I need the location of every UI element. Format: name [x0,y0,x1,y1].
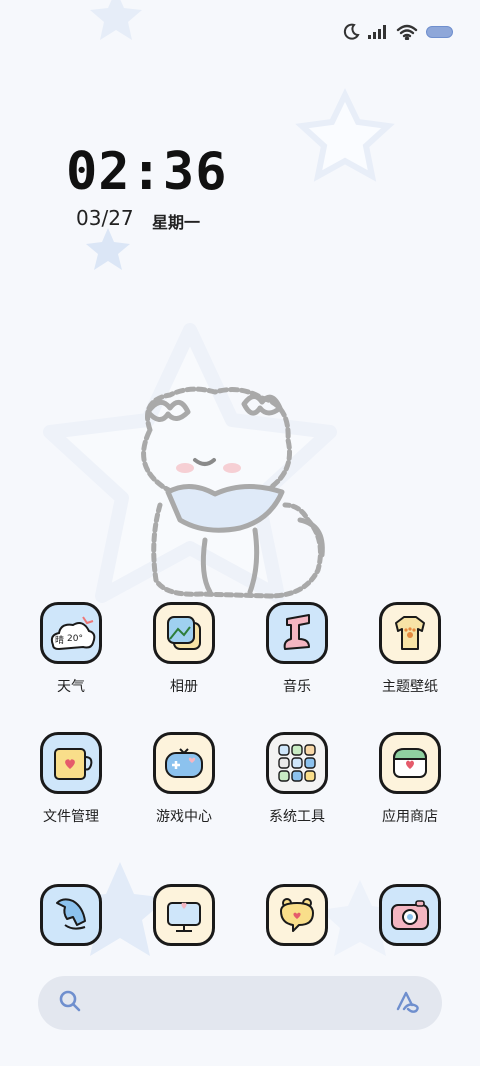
app-theme-wallpaper[interactable]: 主题壁纸 [362,602,458,696]
app-gallery[interactable]: 相册 [136,602,232,696]
app-label: 相册 [170,678,198,694]
battery-icon [426,26,454,38]
gallery-icon[interactable] [153,602,215,664]
moon-icon [342,23,360,41]
system-tools-icon[interactable] [266,732,328,794]
clock-date[interactable]: 03/27 [76,206,134,230]
app-label: 音乐 [283,678,311,694]
star-decoration [86,228,130,270]
app-label: 应用商店 [382,808,438,824]
assistant-icon[interactable] [394,989,422,1017]
app-weather[interactable]: 晴 20° 天气 [23,602,119,696]
browser-icon[interactable] [153,884,215,946]
app-label: 游戏中心 [156,808,212,824]
app-label: 系统工具 [269,808,325,824]
weather-condition: 晴 [55,634,64,646]
messages-icon[interactable] [266,884,328,946]
weather-icon[interactable]: 晴 20° [40,602,102,664]
dock-camera[interactable] [362,884,458,946]
app-music[interactable]: 音乐 [249,602,345,696]
app-label: 文件管理 [43,808,99,824]
theme-wallpaper-icon[interactable] [379,602,441,664]
file-manager-icon[interactable] [40,732,102,794]
star-decoration [295,88,395,182]
app-app-store[interactable]: 应用商店 [362,732,458,826]
search-bar[interactable] [38,976,442,1030]
app-system-tools[interactable]: 系统工具 [249,732,345,826]
puppy-cheek [223,463,241,473]
phone-icon[interactable] [40,884,102,946]
signal-icon [368,25,388,39]
dock-phone[interactable] [23,884,119,946]
app-file-manager[interactable]: 文件管理 [23,732,119,826]
puppy-cheek [176,463,194,473]
wifi-icon [396,24,418,40]
dock-messages[interactable] [249,884,345,946]
app-game-center[interactable]: 游戏中心 [136,732,232,826]
weather-temperature: 20° [67,634,83,644]
star-decoration [90,0,142,40]
status-bar [342,18,454,46]
app-store-icon[interactable] [379,732,441,794]
music-icon[interactable] [266,602,328,664]
app-label: 主题壁纸 [382,678,438,694]
dock-browser[interactable] [136,884,232,946]
camera-icon[interactable] [379,884,441,946]
app-label: 天气 [57,678,85,694]
search-icon[interactable] [58,989,82,1017]
game-center-icon[interactable] [153,732,215,794]
clock-weekday: 星期一 [152,213,201,232]
clock-time[interactable]: 02:36 [66,142,228,202]
